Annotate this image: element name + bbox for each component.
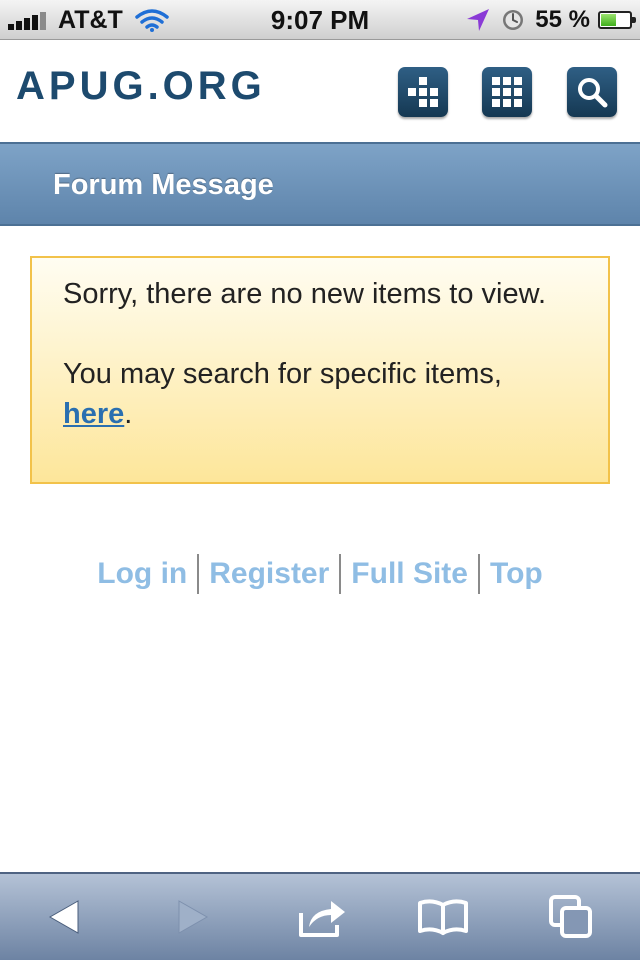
back-icon [48, 900, 79, 934]
status-right: 55 % [465, 0, 636, 40]
message-search-suffix: . [124, 398, 133, 430]
message-search-prefix: You may search for specific items, [63, 358, 502, 390]
register-link[interactable]: Register [199, 552, 339, 596]
wifi-icon [135, 9, 169, 32]
alarm-icon [503, 10, 524, 30]
pages-button[interactable] [531, 874, 611, 960]
cross-blocks-icon [408, 77, 438, 107]
back-button[interactable] [24, 874, 104, 960]
location-arrow-icon [467, 9, 490, 31]
message-text: Sorry, there are no new items to view. [63, 278, 547, 310]
message-box: Sorry, there are no new items to view. Y… [30, 256, 610, 484]
message-search-line: You may search for specific items, here. [63, 354, 578, 434]
top-link[interactable]: Top [480, 552, 553, 596]
grid-button[interactable] [482, 67, 532, 117]
menu-button[interactable] [398, 67, 448, 117]
share-icon [299, 901, 345, 937]
search-icon [578, 78, 608, 108]
battery-icon [598, 11, 636, 29]
safari-toolbar [0, 872, 640, 960]
title-band: Forum Message [0, 142, 640, 226]
bookmarks-icon [418, 899, 468, 935]
share-button[interactable] [283, 874, 363, 960]
search-here-link[interactable]: here [63, 398, 124, 430]
forward-icon [178, 900, 209, 934]
login-link[interactable]: Log in [87, 552, 197, 596]
signal-icon [8, 10, 48, 30]
forward-button[interactable] [153, 874, 233, 960]
status-left: AT&T [8, 0, 169, 40]
page-title: Forum Message [53, 169, 274, 201]
grid-icon [492, 77, 522, 107]
site-header: APUG.ORG [0, 40, 640, 142]
footer-links: Log in Register Full Site Top [0, 552, 640, 596]
full-site-link[interactable]: Full Site [341, 552, 478, 596]
pages-icon [549, 895, 592, 938]
search-button[interactable] [567, 67, 617, 117]
carrier-name: AT&T [58, 5, 123, 34]
bookmarks-button[interactable] [403, 874, 483, 960]
status-bar: AT&T 9:07 PM 55 % [0, 0, 640, 40]
site-logo[interactable]: APUG.ORG [16, 64, 266, 109]
battery-percent: 55 % [535, 6, 590, 33]
